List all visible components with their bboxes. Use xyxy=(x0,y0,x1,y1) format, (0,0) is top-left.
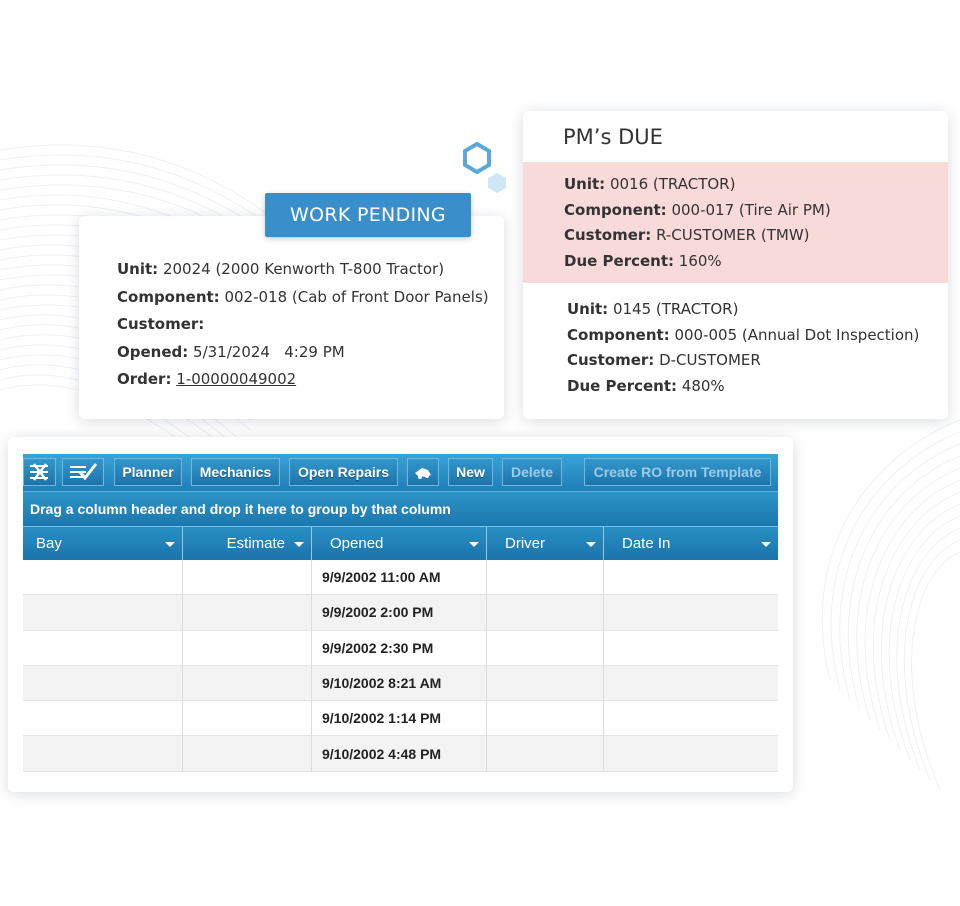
cell-estimate[interactable] xyxy=(183,630,312,666)
column-menu-icon[interactable] xyxy=(294,542,304,547)
column-menu-icon[interactable] xyxy=(165,542,175,547)
cell-bay[interactable] xyxy=(23,560,183,596)
pms-due-card: PM’s DUE Unit: 0016 (TRACTOR) Component:… xyxy=(523,111,948,419)
cell-opened[interactable]: 9/9/2002 11:00 AM xyxy=(312,560,487,596)
pm2-customer-line: Customer: D-CUSTOMER xyxy=(567,351,761,369)
cell-estimate[interactable] xyxy=(183,595,312,631)
cell-bay[interactable] xyxy=(23,665,183,702)
pm1-customer-line: Customer: R-CUSTOMER (TMW) xyxy=(564,226,810,244)
pm2-unit-line: Unit: 0145 (TRACTOR) xyxy=(567,300,739,318)
repair-orders-grid: Planner Mechanics Open Repairs New Delet… xyxy=(23,454,778,772)
column-header-opened[interactable]: Opened xyxy=(312,527,487,560)
work-pending-title: WORK PENDING xyxy=(290,204,446,226)
work-pending-card: Unit: 20024 (2000 Kenworth T-800 Tractor… xyxy=(79,216,504,419)
cell-driver[interactable] xyxy=(487,736,604,772)
checklist-button[interactable] xyxy=(62,458,104,486)
cell-driver[interactable] xyxy=(487,665,604,702)
cell-opened[interactable]: 9/10/2002 1:14 PM xyxy=(312,701,487,737)
grid-header-row: Bay Estimate Opened Driver Date In xyxy=(23,526,778,560)
truck-button[interactable] xyxy=(407,458,439,486)
pm2-component-line: Component: 000-005 (Annual Dot Inspectio… xyxy=(567,325,920,344)
column-header-date-in[interactable]: Date In xyxy=(604,527,778,560)
group-by-drop-zone[interactable]: Drag a column header and drop it here to… xyxy=(23,491,778,526)
order-link[interactable]: 1-00000049002 xyxy=(176,370,296,388)
cell-driver[interactable] xyxy=(487,630,604,666)
new-button[interactable]: New xyxy=(448,458,493,486)
table-row[interactable]: 9/10/2002 8:21 AM xyxy=(23,665,778,702)
cell-estimate[interactable] xyxy=(183,701,312,737)
excel-export-icon xyxy=(29,463,48,481)
cell-date-in[interactable] xyxy=(604,736,778,772)
column-header-estimate[interactable]: Estimate xyxy=(183,527,312,560)
cell-opened[interactable]: 9/10/2002 8:21 AM xyxy=(312,665,487,702)
wp-component-value: 002-018 (Cab of Front Door Panels) xyxy=(224,287,489,306)
cell-estimate[interactable] xyxy=(183,560,312,596)
pm-item-highlighted[interactable]: Unit: 0016 (TRACTOR) Component: 000-017 … xyxy=(523,162,948,283)
column-header-driver[interactable]: Driver xyxy=(487,527,604,560)
cell-bay[interactable] xyxy=(23,736,183,772)
cell-opened[interactable]: 9/9/2002 2:30 PM xyxy=(312,630,487,666)
cell-driver[interactable] xyxy=(487,701,604,737)
cell-estimate[interactable] xyxy=(183,736,312,772)
cell-bay[interactable] xyxy=(23,630,183,666)
cell-bay[interactable] xyxy=(23,595,183,631)
group-by-hint: Drag a column header and drop it here to… xyxy=(30,501,451,517)
cell-date-in[interactable] xyxy=(604,701,778,737)
wp-unit-line: Unit: 20024 (2000 Kenworth T-800 Tractor… xyxy=(117,260,445,278)
pms-due-title: PM’s DUE xyxy=(563,125,663,149)
pm1-due-line: Due Percent: 160% xyxy=(564,251,722,270)
cell-date-in[interactable] xyxy=(604,595,778,631)
wp-customer-line: Customer: xyxy=(117,315,205,333)
planner-button[interactable]: Planner xyxy=(114,458,182,486)
delete-button[interactable]: Delete xyxy=(502,458,562,486)
cell-driver[interactable] xyxy=(487,560,604,596)
table-row[interactable]: 9/10/2002 4:48 PM xyxy=(23,736,778,772)
cell-opened[interactable]: 9/10/2002 4:48 PM xyxy=(312,736,487,772)
truck-icon xyxy=(415,468,431,479)
cell-date-in[interactable] xyxy=(604,560,778,596)
pm1-component-line: Component: 000-017 (Tire Air PM) xyxy=(564,200,831,219)
checklist-icon xyxy=(70,463,98,481)
table-row[interactable]: 9/9/2002 2:00 PM xyxy=(23,595,778,631)
wp-opened-value: 5/31/2024 4:29 PM xyxy=(193,342,345,361)
column-menu-icon[interactable] xyxy=(586,542,596,547)
work-pending-banner: WORK PENDING xyxy=(265,193,471,237)
cell-opened[interactable]: 9/9/2002 2:00 PM xyxy=(312,595,487,631)
wp-unit-value: 20024 (2000 Kenworth T-800 Tractor) xyxy=(162,260,445,278)
hexagon-outline-icon xyxy=(463,141,491,175)
grid-body: 9/9/2002 11:00 AM 9/9/2002 2:00 PM 9/9/2… xyxy=(23,560,778,772)
cell-date-in[interactable] xyxy=(604,666,778,702)
wp-component-line: Component: 002-018 (Cab of Front Door Pa… xyxy=(117,287,489,306)
excel-export-button[interactable] xyxy=(23,458,56,486)
pm1-unit-line: Unit: 0016 (TRACTOR) xyxy=(564,175,736,193)
table-row[interactable]: 9/10/2002 1:14 PM xyxy=(23,701,778,737)
cell-estimate[interactable] xyxy=(183,665,312,702)
column-menu-icon[interactable] xyxy=(469,542,479,547)
pm2-due-line: Due Percent: 480% xyxy=(567,376,725,395)
hexagon-filled-icon xyxy=(488,173,506,193)
repair-orders-grid-card: Planner Mechanics Open Repairs New Delet… xyxy=(8,437,793,792)
wp-opened-line: Opened: 5/31/2024 4:29 PM xyxy=(117,342,345,361)
table-row[interactable]: 9/9/2002 11:00 AM xyxy=(23,560,778,596)
table-row[interactable]: 9/9/2002 2:30 PM xyxy=(23,630,778,666)
create-ro-from-template-button[interactable]: Create RO from Template xyxy=(584,458,771,486)
column-menu-icon[interactable] xyxy=(761,542,771,547)
cell-date-in[interactable] xyxy=(604,631,778,666)
work-pending-details: Unit: 20024 (2000 Kenworth T-800 Tractor… xyxy=(117,256,489,394)
grid-toolbar: Planner Mechanics Open Repairs New Delet… xyxy=(23,454,778,491)
open-repairs-button[interactable]: Open Repairs xyxy=(289,458,398,486)
cell-bay[interactable] xyxy=(23,701,183,737)
cell-driver[interactable] xyxy=(487,595,604,631)
column-header-bay[interactable]: Bay xyxy=(23,527,183,560)
wp-order-line: Order: 1-00000049002 xyxy=(117,370,297,388)
mechanics-button[interactable]: Mechanics xyxy=(191,458,280,486)
